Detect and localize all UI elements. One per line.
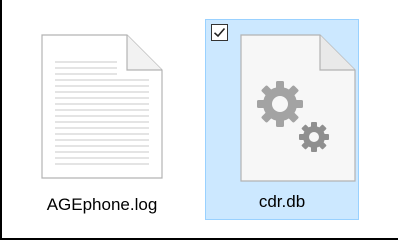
file-name-label: AGEphone.log <box>46 195 158 214</box>
file-item-agephone-log[interactable]: AGEphone.log <box>24 22 180 220</box>
file-item-cdr-db[interactable]: cdr.db <box>205 19 359 220</box>
settings-file-icon <box>240 34 356 187</box>
text-document-icon <box>41 34 163 184</box>
checkmark-icon <box>213 27 226 38</box>
selection-checkbox[interactable] <box>211 24 228 41</box>
file-view: AGEphone.log cdr.db <box>0 0 398 240</box>
file-name-label: cdr.db <box>258 192 306 211</box>
